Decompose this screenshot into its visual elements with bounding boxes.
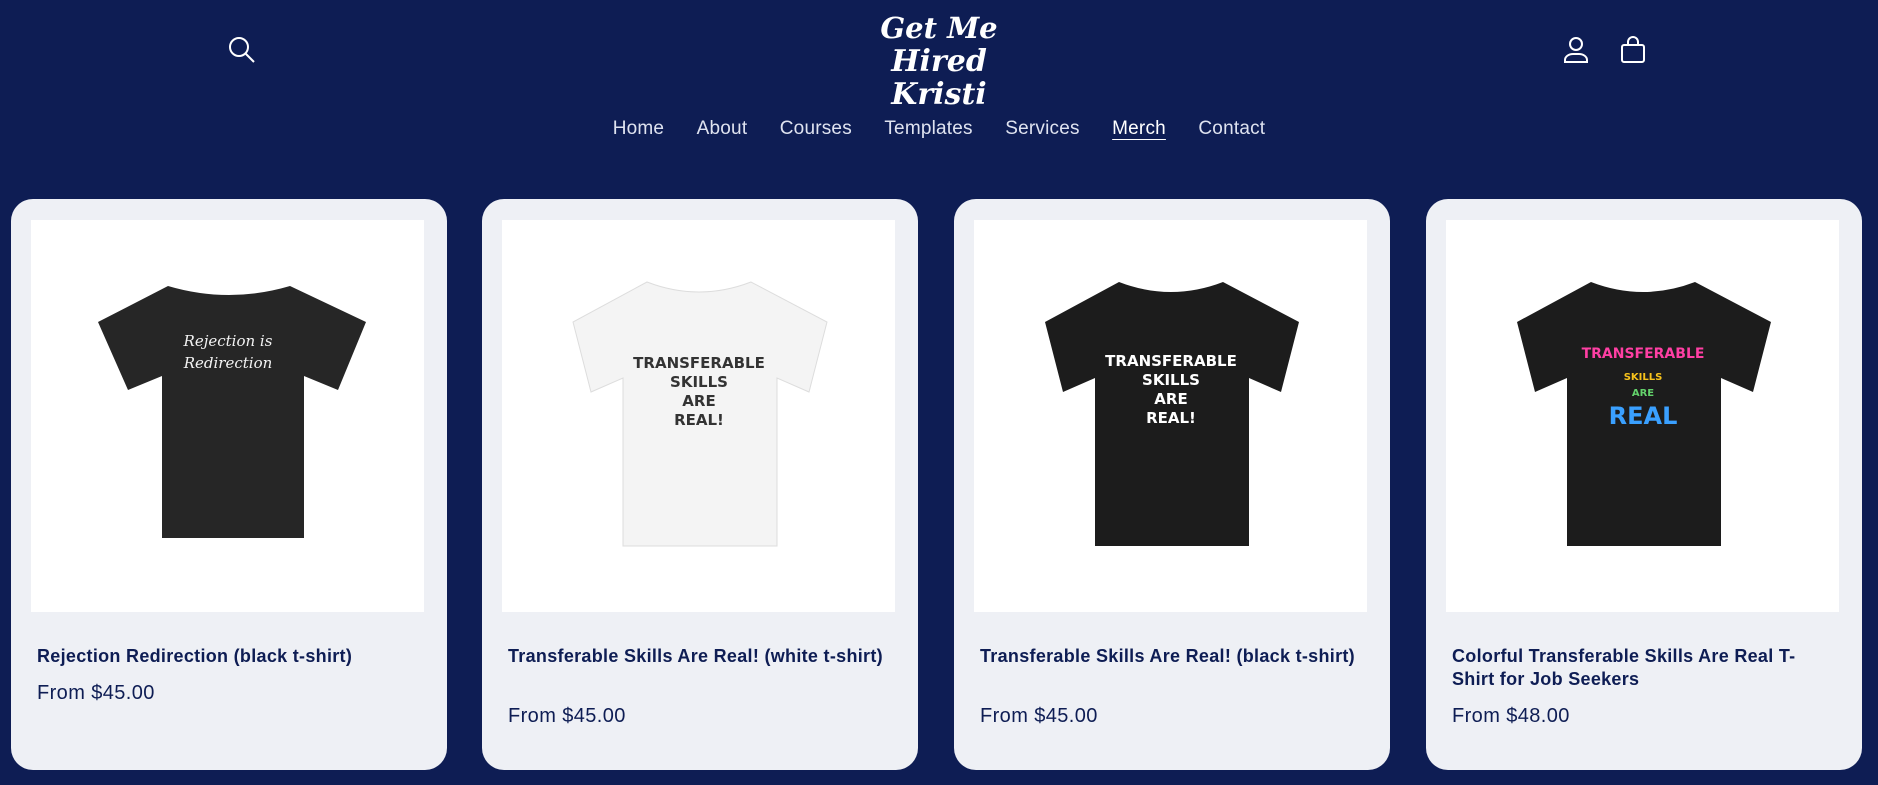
product-title[interactable]: Rejection Redirection (black t-shirt) [37,645,422,668]
product-price: From $45.00 [980,705,1098,727]
shirt-print-line: REAL [1608,402,1677,430]
nav-merch[interactable]: Merch [1112,118,1166,140]
main-nav: Home About Courses Templates Services Me… [0,118,1878,140]
tshirt-image: TRANSFERABLE SKILLS ARE REAL [1516,282,1771,546]
tshirt-image: TRANSFERABLE SKILLS ARE REAL! [571,281,828,547]
product-title[interactable]: Transferable Skills Are Real! (white t-s… [508,645,893,668]
product-card[interactable]: TRANSFERABLE SKILLS ARE REAL! Transferab… [954,199,1390,770]
shirt-print-line: REAL! [674,411,724,429]
product-price: From $45.00 [508,705,626,727]
product-title[interactable]: Transferable Skills Are Real! (black t-s… [980,645,1365,668]
shirt-print-line: TRANSFERABLE [1105,352,1237,370]
shirt-print-line: TRANSFERABLE [1581,346,1704,362]
tshirt-image: TRANSFERABLE SKILLS ARE REAL! [1044,282,1299,546]
tshirt-image: Rejection is Redirection [97,286,366,538]
nav-about[interactable]: About [697,118,748,140]
shirt-print-line: REAL! [1146,409,1196,427]
shirt-print-line: SKILLS [1142,371,1200,389]
user-icon [1564,37,1588,63]
site-logo[interactable]: Get Me Hired Kristi [839,11,1039,112]
tshirt-shape [97,286,366,538]
cart-icon [1621,36,1645,63]
product-card[interactable]: TRANSFERABLE SKILLS ARE REAL Colorful Tr… [1426,199,1862,770]
search-button[interactable] [222,30,262,70]
account-button[interactable] [1556,30,1596,70]
product-image[interactable]: TRANSFERABLE SKILLS ARE REAL [1446,220,1839,612]
product-price: From $48.00 [1452,705,1570,727]
site-header: Get Me Hired Kristi Home About Courses T… [0,0,1878,180]
nav-home[interactable]: Home [613,118,664,140]
shirt-print-line: ARE [1154,390,1187,408]
nav-templates[interactable]: Templates [884,118,972,140]
product-card[interactable]: TRANSFERABLE SKILLS ARE REAL! Transferab… [482,199,918,770]
shirt-print-line: TRANSFERABLE [633,354,765,372]
search-icon [229,37,255,63]
cart-button[interactable] [1613,30,1653,70]
nav-contact[interactable]: Contact [1198,118,1265,140]
shirt-print-line: SKILLS [1623,372,1662,383]
logo-line-1: Get Me [880,11,998,45]
shirt-print-line: Rejection is [182,332,272,350]
shirt-print-line: ARE [682,392,715,410]
product-title[interactable]: Colorful Transferable Skills Are Real T-… [1452,645,1837,691]
logo-line-2: Hired Kristi [891,44,987,112]
nav-courses[interactable]: Courses [780,118,852,140]
product-image[interactable]: Rejection is Redirection [31,220,424,612]
shirt-print-line: SKILLS [670,373,728,391]
nav-services[interactable]: Services [1005,118,1079,140]
product-card[interactable]: Rejection is Redirection Rejection Redir… [11,199,447,770]
product-price: From $45.00 [37,682,155,704]
shirt-print-line: ARE [1631,388,1653,399]
product-image[interactable]: TRANSFERABLE SKILLS ARE REAL! [502,220,895,612]
product-image[interactable]: TRANSFERABLE SKILLS ARE REAL! [974,220,1367,612]
shirt-print-line: Redirection [182,354,272,372]
